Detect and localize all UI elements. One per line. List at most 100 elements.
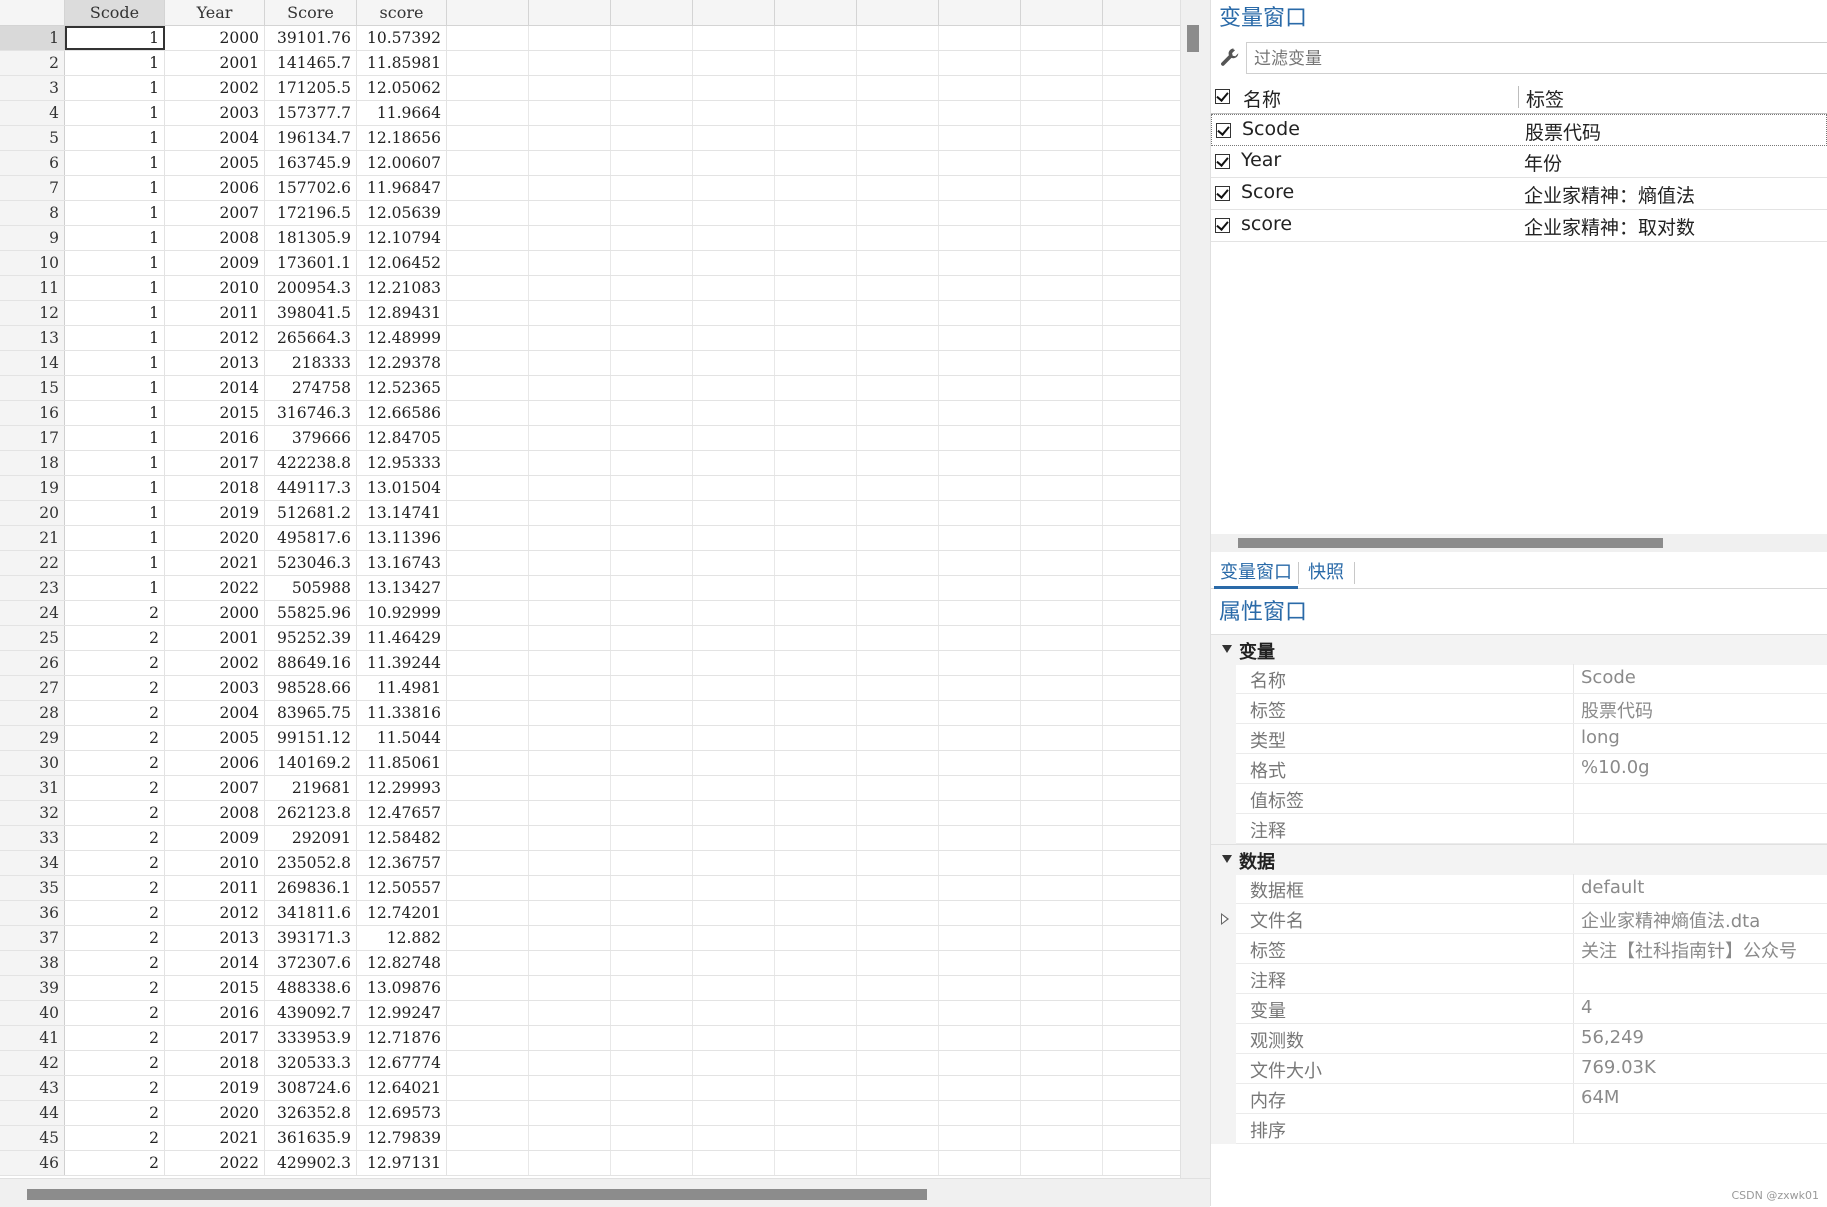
- empty-cell[interactable]: [1103, 276, 1180, 300]
- empty-cell[interactable]: [611, 626, 693, 650]
- empty-cell[interactable]: [939, 1051, 1021, 1075]
- scrollbar-thumb[interactable]: [1238, 538, 1663, 548]
- empty-cell[interactable]: [447, 326, 529, 350]
- empty-cell[interactable]: [775, 876, 857, 900]
- cell-scode[interactable]: 2: [65, 1126, 165, 1150]
- row-number[interactable]: 43: [0, 1076, 65, 1100]
- cell-score-log[interactable]: 12.29993: [357, 776, 447, 800]
- cell-score[interactable]: 163745.9: [265, 151, 357, 175]
- row-number[interactable]: 3: [0, 76, 65, 100]
- variable-row[interactable]: Year 年份: [1211, 146, 1827, 178]
- wrench-icon[interactable]: [1219, 46, 1241, 68]
- empty-cell[interactable]: [693, 326, 775, 350]
- table-row[interactable]: 16 1 2015 316746.3 12.66586: [0, 401, 1180, 426]
- cell-score[interactable]: 429902.3: [265, 1151, 357, 1175]
- empty-cell[interactable]: [775, 601, 857, 625]
- empty-cell[interactable]: [693, 1126, 775, 1150]
- cell-score-log[interactable]: 12.05062: [357, 76, 447, 100]
- empty-cell[interactable]: [611, 801, 693, 825]
- empty-cell[interactable]: [529, 726, 611, 750]
- row-number[interactable]: 34: [0, 851, 65, 875]
- empty-cell[interactable]: [447, 1051, 529, 1075]
- empty-cell[interactable]: [1103, 751, 1180, 775]
- empty-cell[interactable]: [939, 276, 1021, 300]
- empty-cell[interactable]: [447, 876, 529, 900]
- cell-scode[interactable]: 2: [65, 726, 165, 750]
- empty-cell[interactable]: [447, 501, 529, 525]
- row-number[interactable]: 30: [0, 751, 65, 775]
- cell-year[interactable]: 2022: [165, 1151, 265, 1175]
- empty-cell[interactable]: [693, 601, 775, 625]
- empty-cell[interactable]: [857, 476, 939, 500]
- empty-cell[interactable]: [1021, 101, 1103, 125]
- column-header-year[interactable]: Year: [165, 0, 265, 25]
- empty-cell[interactable]: [1103, 201, 1180, 225]
- cell-score[interactable]: 523046.3: [265, 551, 357, 575]
- cell-scode[interactable]: 1: [65, 276, 165, 300]
- cell-score-log[interactable]: 12.79839: [357, 1126, 447, 1150]
- column-header-scode[interactable]: Scode: [65, 0, 165, 25]
- empty-cell[interactable]: [939, 476, 1021, 500]
- empty-cell[interactable]: [447, 526, 529, 550]
- empty-cell[interactable]: [1103, 926, 1180, 950]
- property-row[interactable]: 注释: [1236, 964, 1827, 994]
- empty-cell[interactable]: [529, 451, 611, 475]
- empty-cell[interactable]: [693, 476, 775, 500]
- empty-cell[interactable]: [447, 26, 529, 50]
- empty-cell[interactable]: [611, 51, 693, 75]
- empty-cell[interactable]: [857, 551, 939, 575]
- column-header-score[interactable]: Score: [265, 0, 357, 25]
- empty-cell[interactable]: [857, 226, 939, 250]
- empty-cell[interactable]: [857, 851, 939, 875]
- cell-score[interactable]: 196134.7: [265, 126, 357, 150]
- empty-cell[interactable]: [1103, 1001, 1180, 1025]
- cell-year[interactable]: 2009: [165, 826, 265, 850]
- empty-cell[interactable]: [775, 276, 857, 300]
- empty-cell[interactable]: [939, 951, 1021, 975]
- column-header-empty[interactable]: [611, 0, 693, 25]
- empty-cell[interactable]: [857, 251, 939, 275]
- empty-cell[interactable]: [693, 776, 775, 800]
- cell-scode[interactable]: 1: [65, 526, 165, 550]
- empty-cell[interactable]: [1103, 301, 1180, 325]
- empty-cell[interactable]: [611, 976, 693, 1000]
- empty-cell[interactable]: [857, 126, 939, 150]
- cell-score-log[interactable]: 12.69573: [357, 1101, 447, 1125]
- empty-cell[interactable]: [611, 926, 693, 950]
- variable-row[interactable]: score 企业家精神：取对数: [1211, 210, 1827, 242]
- empty-cell[interactable]: [693, 951, 775, 975]
- cell-scode[interactable]: 1: [65, 551, 165, 575]
- empty-cell[interactable]: [611, 751, 693, 775]
- cell-scode[interactable]: 2: [65, 976, 165, 1000]
- column-header-empty[interactable]: [447, 0, 529, 25]
- cell-score-log[interactable]: 12.84705: [357, 426, 447, 450]
- row-number[interactable]: 45: [0, 1126, 65, 1150]
- column-header-empty[interactable]: [529, 0, 611, 25]
- empty-cell[interactable]: [1103, 651, 1180, 675]
- empty-cell[interactable]: [1103, 376, 1180, 400]
- empty-cell[interactable]: [611, 951, 693, 975]
- empty-cell[interactable]: [857, 651, 939, 675]
- empty-cell[interactable]: [447, 676, 529, 700]
- table-row[interactable]: 8 1 2007 172196.5 12.05639: [0, 201, 1180, 226]
- empty-cell[interactable]: [693, 801, 775, 825]
- empty-cell[interactable]: [857, 951, 939, 975]
- cell-year[interactable]: 2011: [165, 876, 265, 900]
- empty-cell[interactable]: [447, 551, 529, 575]
- cell-scode[interactable]: 1: [65, 301, 165, 325]
- cell-scode[interactable]: 1: [65, 126, 165, 150]
- empty-cell[interactable]: [939, 876, 1021, 900]
- row-number[interactable]: 40: [0, 1001, 65, 1025]
- variable-checkbox[interactable]: [1215, 154, 1230, 169]
- empty-cell[interactable]: [529, 351, 611, 375]
- empty-cell[interactable]: [1021, 176, 1103, 200]
- cell-year[interactable]: 2018: [165, 1051, 265, 1075]
- section-data[interactable]: 数据: [1211, 844, 1827, 875]
- cell-score-log[interactable]: 12.10794: [357, 226, 447, 250]
- empty-cell[interactable]: [939, 251, 1021, 275]
- row-number[interactable]: 4: [0, 101, 65, 125]
- row-number[interactable]: 27: [0, 676, 65, 700]
- empty-cell[interactable]: [775, 826, 857, 850]
- property-row[interactable]: 数据框 default: [1236, 874, 1827, 904]
- empty-cell[interactable]: [693, 676, 775, 700]
